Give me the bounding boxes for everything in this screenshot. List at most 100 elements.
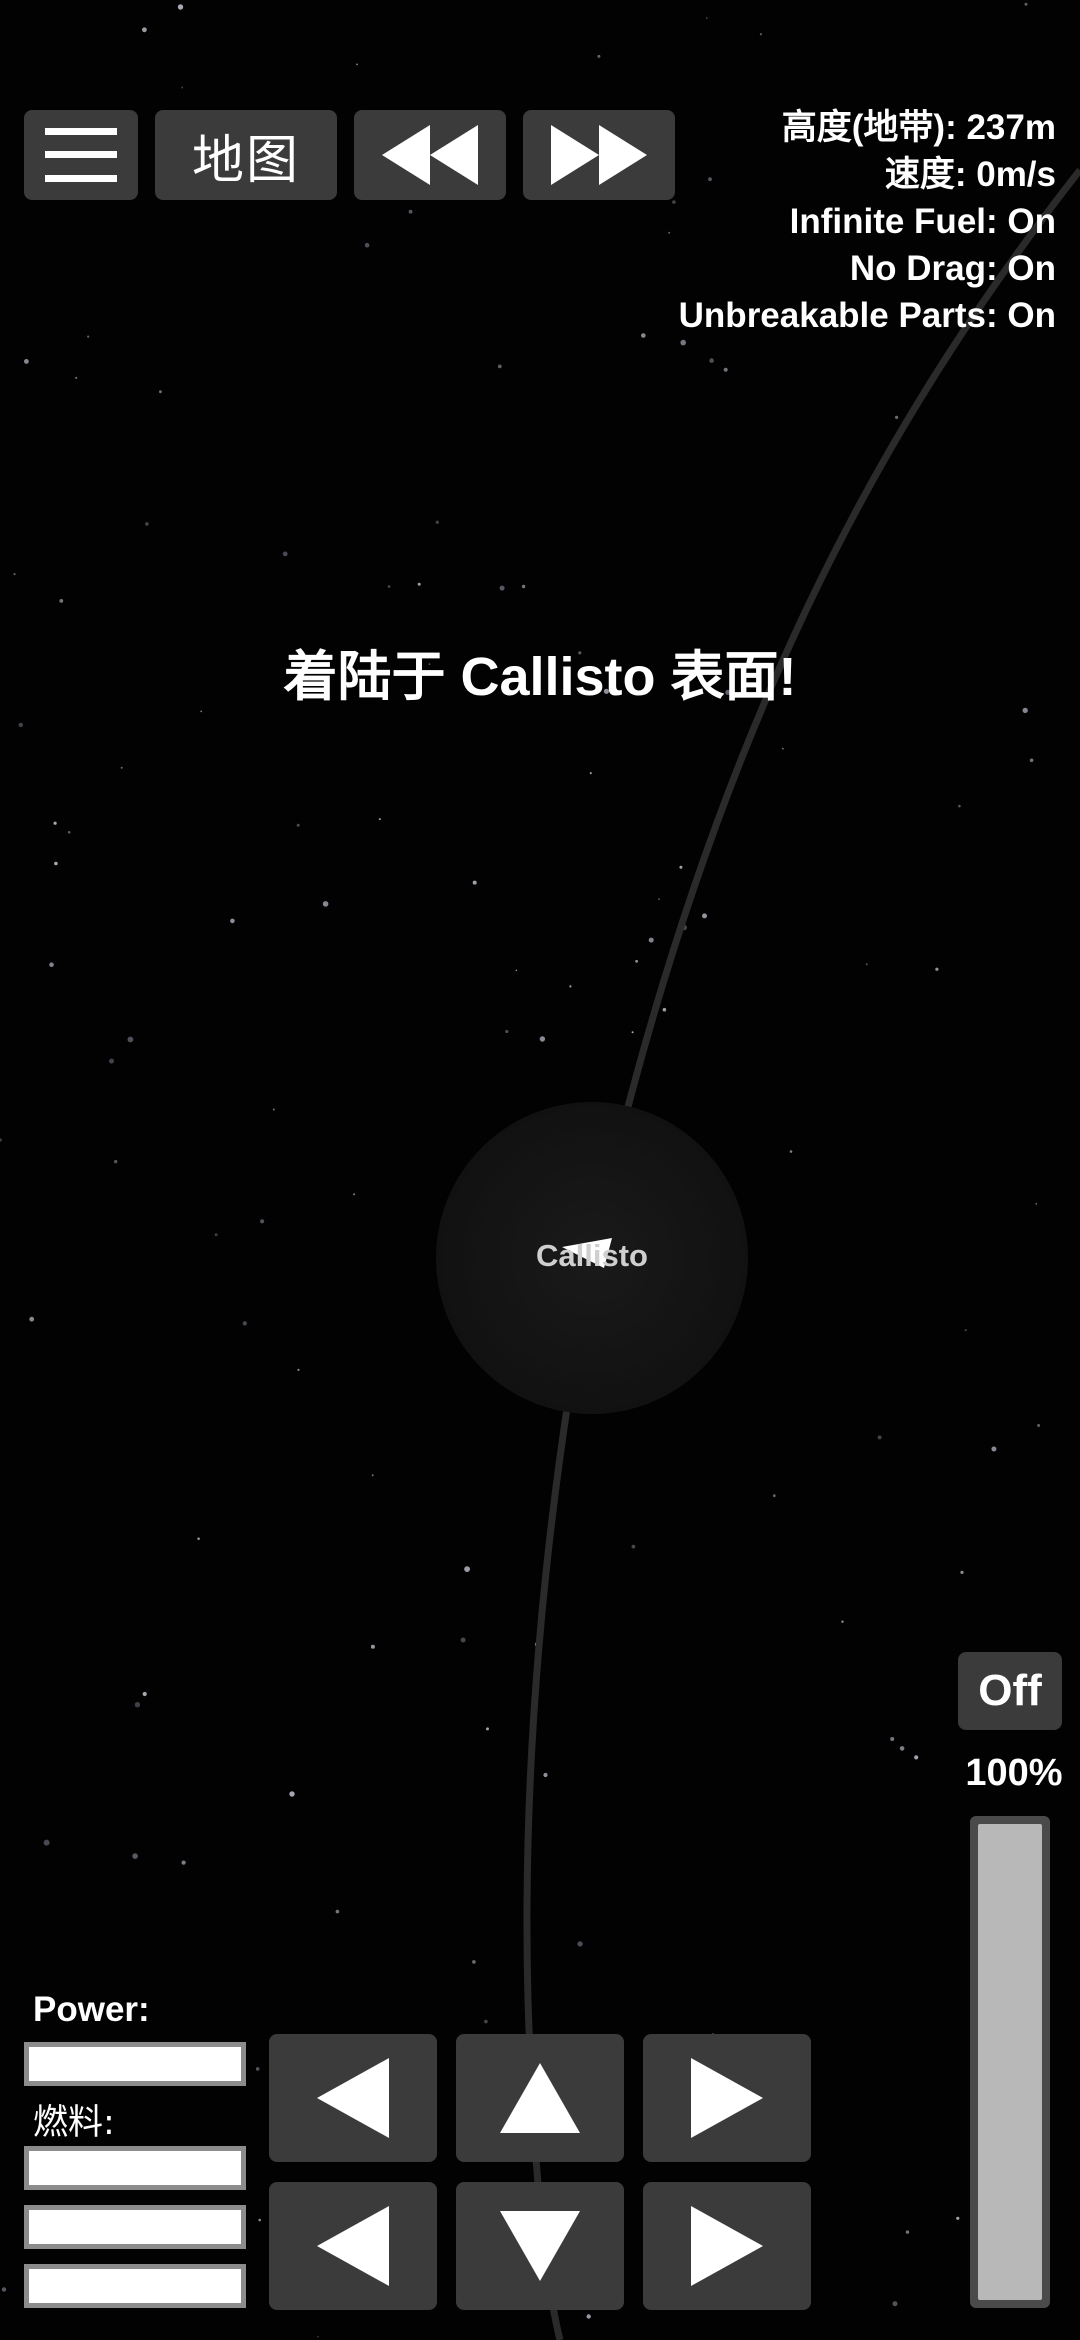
throttle-slider[interactable] <box>970 1816 1050 2308</box>
star <box>723 367 728 372</box>
star <box>648 937 654 943</box>
no-drag-status: No Drag: On <box>849 249 1056 288</box>
star <box>297 1368 300 1371</box>
star <box>29 1316 35 1322</box>
move-left-button[interactable] <box>269 2182 437 2310</box>
star <box>586 2314 591 2319</box>
star <box>181 86 184 89</box>
star <box>132 1853 138 1859</box>
thrust-down-button[interactable] <box>456 2182 624 2310</box>
star <box>127 1036 134 1043</box>
star <box>841 1620 844 1623</box>
star <box>260 1219 265 1224</box>
star <box>782 747 784 750</box>
star <box>631 1031 634 1034</box>
star <box>472 880 477 885</box>
space-scene <box>0 0 1080 2340</box>
star <box>356 63 358 66</box>
star <box>181 1860 186 1865</box>
power-bar <box>24 2042 246 2086</box>
star <box>13 573 16 576</box>
up-triangle-icon <box>500 2063 580 2133</box>
right-triangle-icon <box>691 2206 763 2286</box>
time-rewind-button[interactable] <box>354 110 506 200</box>
star <box>289 1791 295 1797</box>
star <box>668 231 671 234</box>
right-triangle-icon <box>691 2058 763 2138</box>
star <box>24 359 29 364</box>
star <box>680 339 686 346</box>
map-button[interactable]: 地图 <box>155 110 337 200</box>
star <box>464 1566 470 1572</box>
star <box>865 963 868 966</box>
star <box>597 54 601 58</box>
star <box>964 1329 967 1332</box>
rotate-right-button[interactable] <box>643 2034 811 2162</box>
star <box>49 962 54 967</box>
star <box>895 415 899 419</box>
star <box>460 1637 466 1643</box>
star <box>569 985 572 988</box>
star <box>877 1435 882 1440</box>
altitude-readout: 高度(地带): 237m <box>781 108 1056 147</box>
star <box>109 1058 114 1064</box>
move-right-button[interactable] <box>643 2182 811 2310</box>
star <box>142 1691 147 1697</box>
fuel-bar-2 <box>24 2205 246 2249</box>
star <box>702 913 707 919</box>
star <box>87 335 90 338</box>
time-fastforward-button[interactable] <box>523 110 675 200</box>
star <box>472 1960 476 1964</box>
star <box>484 2019 488 2024</box>
power-label: Power: <box>33 1990 150 2029</box>
star <box>706 17 708 19</box>
star <box>709 358 714 363</box>
thrust-up-button[interactable] <box>456 2034 624 2162</box>
star <box>59 599 64 603</box>
star <box>658 898 660 901</box>
star <box>317 2335 319 2338</box>
star <box>370 1644 375 1649</box>
star <box>408 209 413 214</box>
infinite-fuel-status: Infinite Fuel: On <box>789 202 1056 241</box>
double-left-triangle-icon <box>382 125 478 185</box>
menu-button[interactable] <box>24 110 138 200</box>
fuel-bar <box>24 2146 246 2190</box>
engine-toggle-label: Off <box>978 1666 1042 1715</box>
star <box>371 1474 374 1477</box>
fuel-bar-fill <box>29 2151 241 2185</box>
star <box>577 1941 583 1947</box>
star <box>242 1321 247 1326</box>
star <box>282 551 288 557</box>
star <box>145 522 149 526</box>
rotate-left-button[interactable] <box>269 2034 437 2162</box>
star <box>417 582 421 586</box>
star <box>353 1193 356 1196</box>
unbreakable-parts-status: Unbreakable Parts: On <box>678 296 1056 335</box>
fuel-label: 燃料: <box>33 2103 115 2143</box>
speed-readout: 速度: 0m/s <box>884 155 1056 194</box>
star <box>53 821 57 825</box>
star <box>772 1494 776 1498</box>
left-triangle-icon <box>317 2206 389 2286</box>
star <box>515 969 518 972</box>
hamburger-menu-icon <box>45 128 117 182</box>
star <box>958 804 961 808</box>
throttle-percent: 100% <box>965 1752 1063 1794</box>
star <box>322 901 329 907</box>
star <box>120 766 123 769</box>
star <box>197 1537 200 1540</box>
star <box>387 585 391 588</box>
star <box>679 865 683 869</box>
fuel-bar-2-fill <box>29 2210 241 2244</box>
power-bar-fill <box>29 2047 241 2081</box>
star <box>1024 2 1028 6</box>
engine-toggle-button[interactable]: Off <box>958 1652 1062 1730</box>
fuel-bar-3 <box>24 2264 246 2308</box>
star <box>364 242 370 248</box>
star <box>272 1108 275 1111</box>
star <box>641 333 646 338</box>
star <box>18 722 23 728</box>
star <box>335 1909 340 1914</box>
star <box>486 1727 489 1731</box>
